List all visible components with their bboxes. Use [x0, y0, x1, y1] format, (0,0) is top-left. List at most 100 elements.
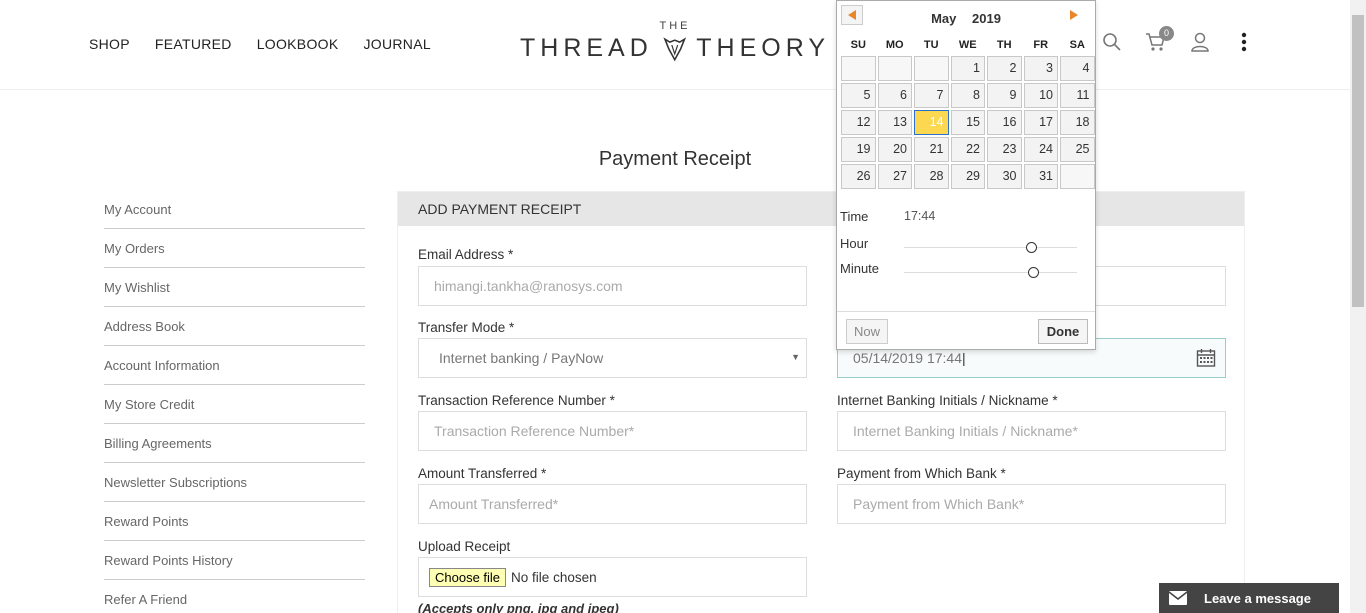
- calendar-day[interactable]: 22: [950, 137, 985, 162]
- leave-message-widget[interactable]: Leave a message: [1159, 583, 1339, 613]
- calendar-day[interactable]: 13: [877, 110, 912, 135]
- calendar-day[interactable]: 17: [1023, 110, 1058, 135]
- sidebar-item-newsletter[interactable]: Newsletter Subscriptions: [104, 463, 365, 502]
- nav-shop[interactable]: SHOP: [89, 36, 130, 52]
- calendar-day[interactable]: 6: [877, 83, 912, 108]
- calendar-day[interactable]: 12: [841, 110, 876, 135]
- hour-label: Hour: [840, 236, 869, 251]
- payment-receipt-panel: ADD PAYMENT RECEIPT Email Address * hima…: [397, 191, 1245, 613]
- minute-slider[interactable]: [904, 267, 1077, 278]
- now-button[interactable]: Now: [846, 319, 888, 344]
- calendar-day[interactable]: 18: [1060, 110, 1095, 135]
- cart-icon[interactable]: 0: [1144, 26, 1174, 54]
- weekday-header: TH: [996, 39, 1012, 51]
- calendar-week-row: 5 6 7 8 9 10 11: [840, 82, 1096, 109]
- calendar-day[interactable]: 16: [987, 110, 1022, 135]
- nav-featured[interactable]: FEATURED: [155, 36, 232, 52]
- minute-slider-handle[interactable]: [1027, 267, 1039, 278]
- calendar-day[interactable]: 15: [950, 110, 985, 135]
- calendar-day[interactable]: 29: [950, 164, 985, 189]
- calendar-day[interactable]: 31: [1023, 164, 1058, 189]
- cart-count-badge: 0: [1159, 26, 1174, 41]
- scrollbar-thumb[interactable]: [1352, 15, 1364, 307]
- weekday-header: SU: [850, 39, 866, 51]
- page-scrollbar[interactable]: [1350, 0, 1366, 613]
- calendar-day[interactable]: 21: [914, 137, 949, 162]
- choose-file-button[interactable]: Choose file: [429, 567, 507, 587]
- hour-slider[interactable]: [904, 242, 1077, 253]
- calendar-day[interactable]: 8: [950, 83, 985, 108]
- header-actions: 0: [1100, 26, 1276, 54]
- calendar-icon[interactable]: [1196, 348, 1216, 368]
- sidebar-item-store-credit[interactable]: My Store Credit: [104, 385, 365, 424]
- calendar-day[interactable]: 11: [1060, 83, 1095, 108]
- calendar-day[interactable]: 3: [1023, 56, 1058, 81]
- calendar-day[interactable]: 30: [987, 164, 1022, 189]
- datepicker-footer: Now Done: [837, 311, 1095, 351]
- site-logo[interactable]: THE THREAD THEORY: [520, 20, 830, 70]
- nav-journal[interactable]: JOURNAL: [363, 36, 430, 52]
- nav-lookbook[interactable]: LOOKBOOK: [257, 36, 339, 52]
- panel-title: ADD PAYMENT RECEIPT: [398, 192, 1244, 226]
- weekday-header: MO: [885, 39, 904, 51]
- sidebar-item-my-orders[interactable]: My Orders: [104, 229, 365, 268]
- calendar-day[interactable]: 4: [1060, 56, 1095, 81]
- calendar-day[interactable]: 23: [987, 137, 1022, 162]
- ib-nickname-field[interactable]: Internet Banking Initials / Nickname*: [837, 411, 1226, 451]
- calendar-day[interactable]: 5: [841, 83, 876, 108]
- calendar-empty-cell: [914, 56, 949, 81]
- calendar-day[interactable]: 26: [841, 164, 876, 189]
- calendar-day[interactable]: 25: [1060, 137, 1095, 162]
- more-menu-icon[interactable]: [1232, 30, 1256, 54]
- hour-slider-handle[interactable]: [1026, 242, 1038, 253]
- time-label: Time: [840, 209, 869, 224]
- user-icon[interactable]: [1188, 30, 1212, 54]
- sidebar-item-address-book[interactable]: Address Book: [104, 307, 365, 346]
- datepicker-year: 2019: [972, 11, 1001, 26]
- sidebar-item-account-information[interactable]: Account Information: [104, 346, 365, 385]
- weekday-header: TU: [923, 39, 939, 51]
- txn-ref-label: Transaction Reference Number *: [418, 393, 615, 408]
- calendar-day[interactable]: 1: [950, 56, 985, 81]
- calendar-week-row: 19 20 21 22 23 24 25: [840, 136, 1096, 163]
- sidebar-item-reward-points[interactable]: Reward Points: [104, 502, 365, 541]
- sidebar-item-my-wishlist[interactable]: My Wishlist: [104, 268, 365, 307]
- calendar-day[interactable]: 24: [1023, 137, 1058, 162]
- calendar-empty-cell: [1060, 164, 1095, 189]
- weekday-header: SA: [1069, 39, 1085, 51]
- email-label: Email Address *: [418, 247, 514, 262]
- calendar-day[interactable]: 9: [987, 83, 1022, 108]
- ib-nickname-label: Internet Banking Initials / Nickname *: [837, 393, 1058, 408]
- calendar-day[interactable]: 2: [987, 56, 1022, 81]
- bank-field[interactable]: Payment from Which Bank*: [837, 484, 1226, 524]
- search-icon[interactable]: [1100, 30, 1124, 54]
- mail-icon: [1169, 591, 1187, 605]
- calendar-day[interactable]: 7: [914, 83, 949, 108]
- account-sidebar: My Account My Orders My Wishlist Address…: [104, 190, 365, 613]
- sidebar-item-billing-agreements[interactable]: Billing Agreements: [104, 424, 365, 463]
- calendar-empty-cell: [841, 56, 876, 81]
- calendar-day[interactable]: 10: [1023, 83, 1058, 108]
- payment-date-value: 05/14/2019 17:44: [853, 350, 962, 366]
- upload-field: Choose file No file chosen: [418, 557, 807, 597]
- calendar-week-row: 1234: [840, 55, 1096, 82]
- calendar-day[interactable]: 19: [841, 137, 876, 162]
- sidebar-item-refer-friend[interactable]: Refer A Friend: [104, 580, 365, 613]
- done-button[interactable]: Done: [1038, 319, 1088, 344]
- transfer-mode-select[interactable]: Internet banking / PayNow ▼: [418, 338, 807, 378]
- next-month-button[interactable]: [1067, 7, 1081, 23]
- sidebar-item-reward-history[interactable]: Reward Points History: [104, 541, 365, 580]
- calendar-day[interactable]: 20: [877, 137, 912, 162]
- no-file-text: No file chosen: [511, 569, 597, 585]
- calendar-day-selected[interactable]: 14: [914, 110, 949, 135]
- txn-ref-field[interactable]: Transaction Reference Number*: [418, 411, 807, 451]
- email-field[interactable]: himangi.tankha@ranosys.com: [418, 266, 807, 306]
- logo-right-word: THEORY: [696, 34, 830, 62]
- calendar-day[interactable]: 28: [914, 164, 949, 189]
- calendar-day[interactable]: 27: [877, 164, 912, 189]
- amount-field[interactable]: Amount Transferred*: [418, 484, 807, 524]
- datepicker-month: May: [931, 11, 957, 26]
- upload-label: Upload Receipt: [418, 539, 511, 554]
- sidebar-item-my-account[interactable]: My Account: [104, 190, 365, 229]
- datepicker-title: May 2019: [837, 11, 1095, 26]
